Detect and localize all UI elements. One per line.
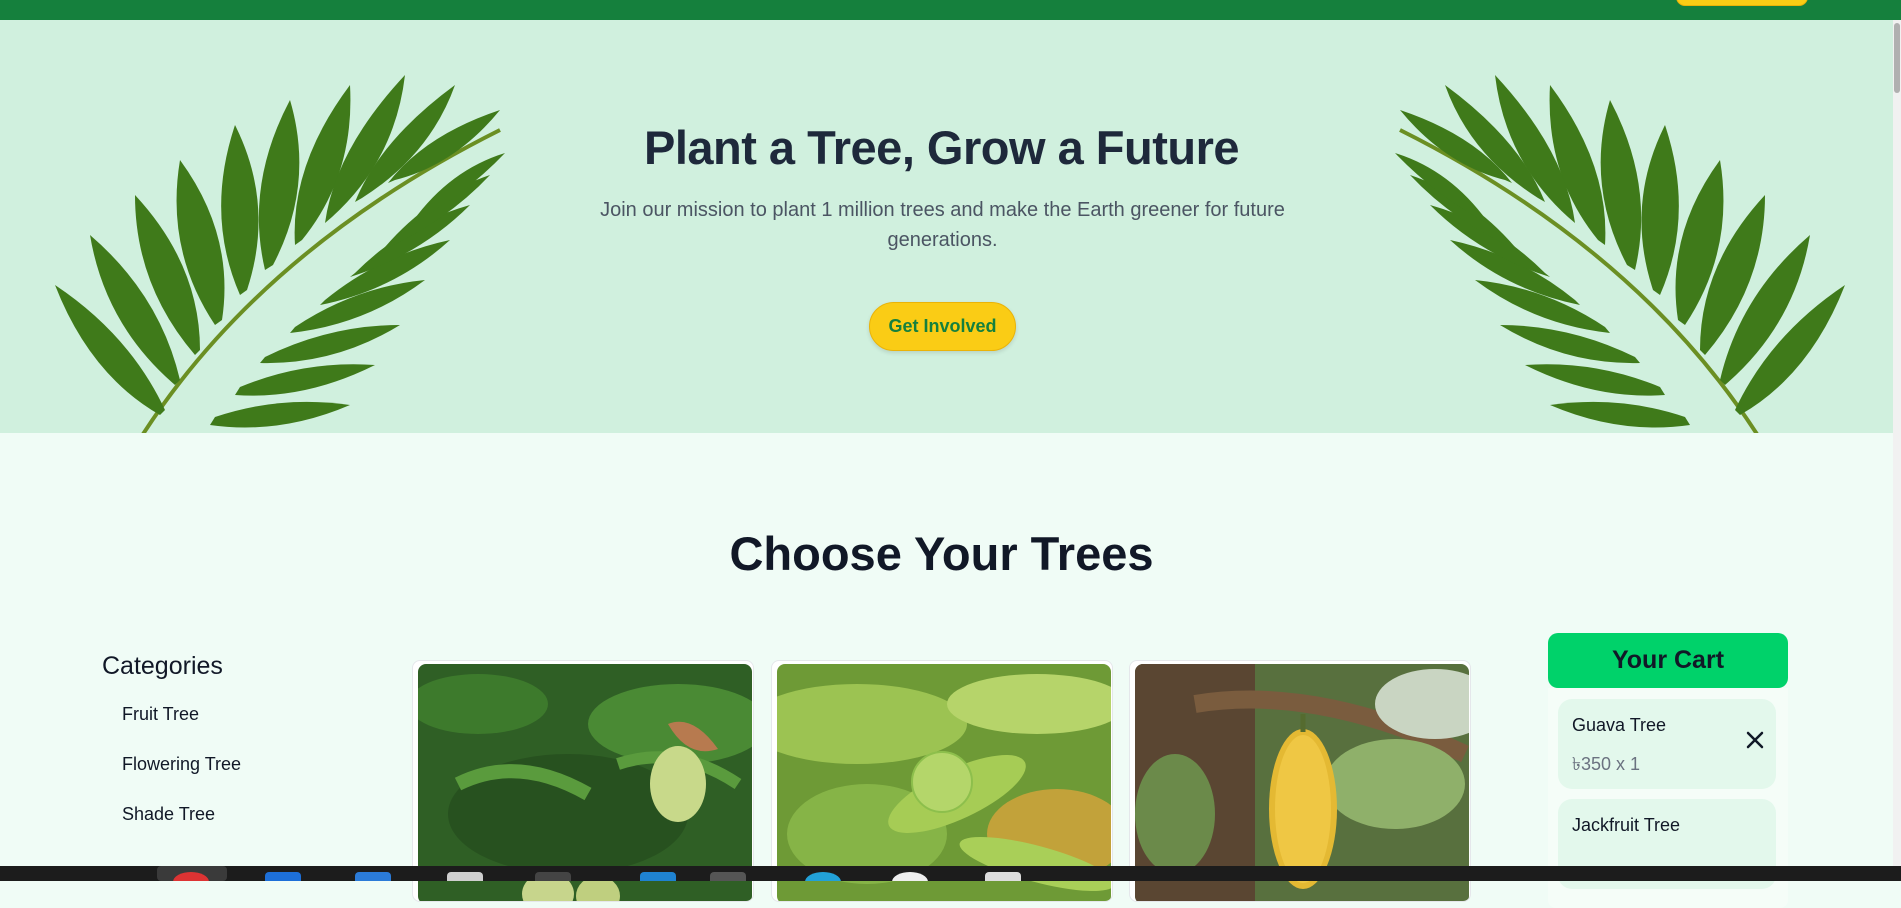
cart-panel: Your Cart Guava Tree ৳350 x 1 Jackfruit … [1548, 633, 1788, 908]
browser-icon[interactable] [265, 872, 301, 881]
hero-subtitle: Join our mission to plant 1 million tree… [600, 199, 1285, 251]
terminal-icon[interactable] [535, 872, 571, 881]
page-scrollbar[interactable] [1893, 20, 1901, 866]
top-navbar [0, 0, 1901, 20]
cart-item-price: ৳350 x 1 [1572, 754, 1641, 774]
palm-leaf-left-image [55, 75, 505, 433]
categories-sidebar: Categories Fruit Tree Flowering Tree Sha… [102, 652, 382, 853]
category-shade-tree[interactable]: Shade Tree [102, 803, 382, 853]
cart-item: Guava Tree ৳350 x 1 [1558, 699, 1776, 789]
app-icon[interactable] [985, 872, 1021, 881]
files-icon[interactable] [447, 872, 483, 881]
cart-title: Your Cart [1548, 633, 1788, 688]
hero-title: Plant a Tree, Grow a Future [643, 121, 1240, 174]
code-editor-icon[interactable] [640, 872, 676, 881]
navbar-action-button[interactable] [1676, 0, 1808, 6]
cart-item-name: Guava Tree [1572, 715, 1667, 735]
categories-heading: Categories [102, 652, 223, 680]
os-taskbar [0, 866, 1901, 881]
app-icon[interactable] [355, 872, 391, 881]
app-icon[interactable] [892, 872, 928, 881]
cart-item-name: Jackfruit Tree [1572, 815, 1681, 835]
section-title: Choose Your Trees [729, 527, 1154, 580]
get-involved-button[interactable]: Get Involved [869, 302, 1016, 351]
app-icon[interactable] [805, 872, 841, 881]
category-flowering-tree[interactable]: Flowering Tree [102, 753, 382, 803]
close-icon[interactable] [1744, 729, 1766, 751]
palm-leaf-right-image [1395, 75, 1845, 433]
scrollbar-thumb[interactable] [1894, 23, 1900, 93]
hero-banner: Plant a Tree, Grow a Future Join our mis… [0, 20, 1893, 433]
app-icon[interactable] [710, 872, 746, 881]
category-fruit-tree[interactable]: Fruit Tree [102, 703, 382, 753]
